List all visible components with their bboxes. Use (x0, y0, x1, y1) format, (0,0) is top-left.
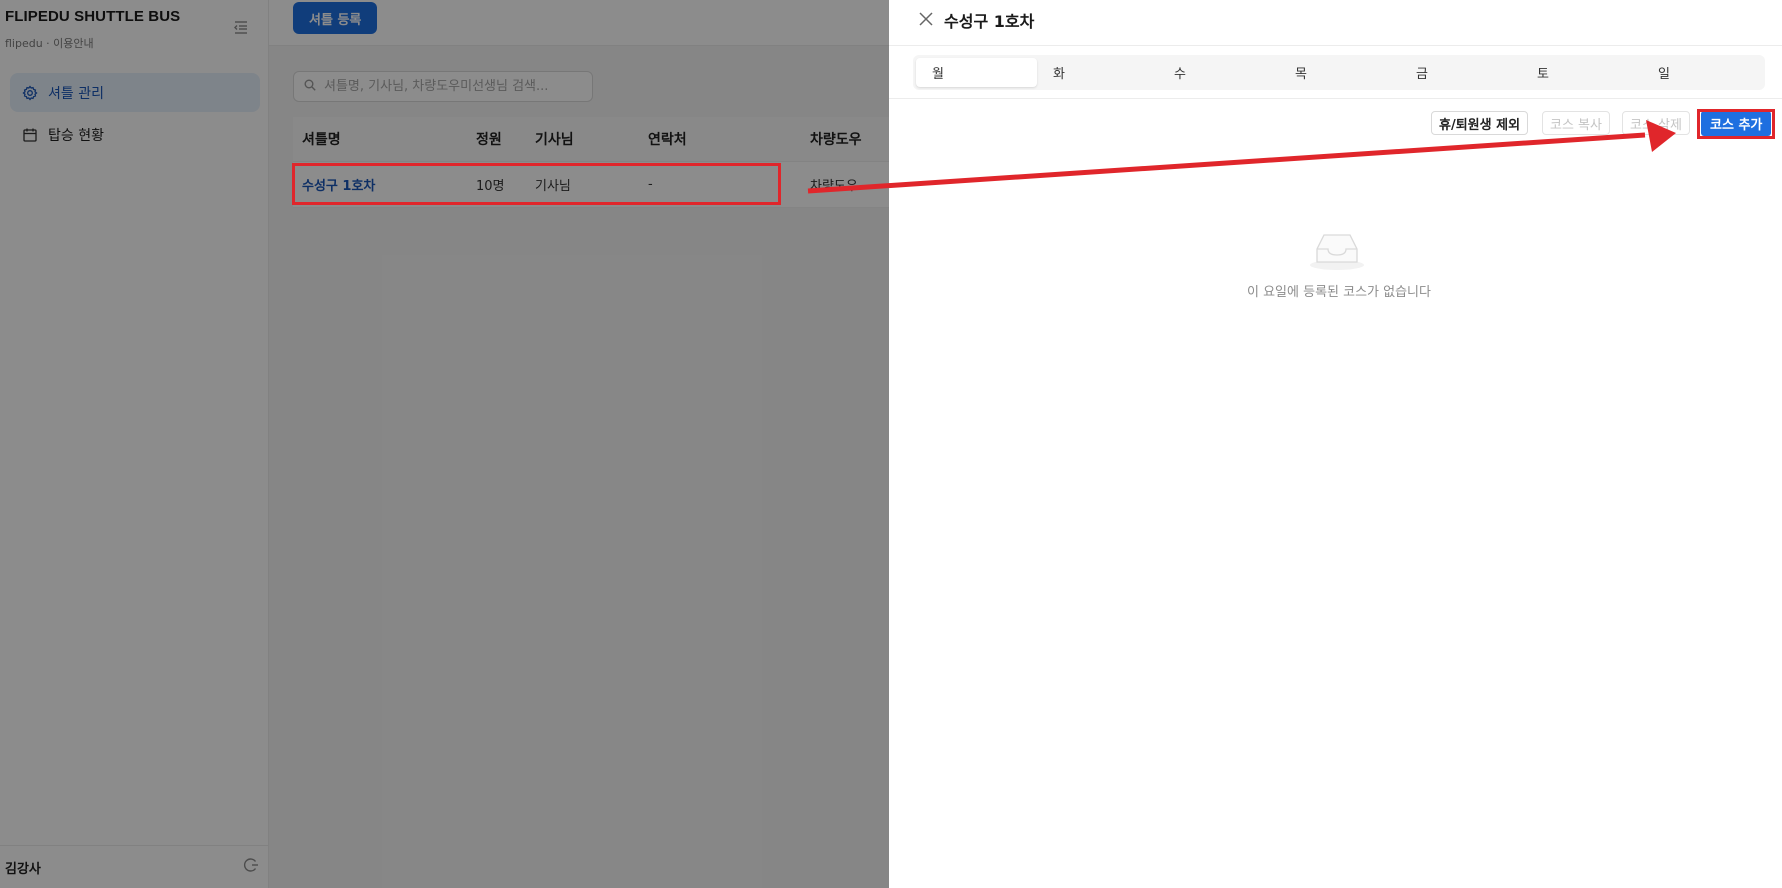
empty-inbox-icon (1309, 229, 1365, 271)
tab-fri[interactable]: 금 (1400, 58, 1521, 87)
tab-sun[interactable]: 일 (1642, 58, 1763, 87)
day-tabs: 월 화 수 목 금 토 일 (889, 46, 1782, 99)
tab-thu[interactable]: 목 (1279, 58, 1400, 87)
annotation-highlight-add (1697, 109, 1775, 139)
tab-mon[interactable]: 월 (916, 58, 1037, 87)
tab-wed[interactable]: 수 (1158, 58, 1279, 87)
exclude-absent-button[interactable]: 휴/퇴원생 제외 (1431, 111, 1529, 135)
delete-course-button[interactable]: 코스 삭제 (1622, 111, 1690, 135)
modal-overlay[interactable] (0, 0, 889, 888)
day-segmented-control: 월 화 수 목 금 토 일 (913, 55, 1765, 90)
copy-course-button[interactable]: 코스 복사 (1542, 111, 1610, 135)
annotation-highlight-row (292, 163, 781, 205)
tab-sat[interactable]: 토 (1521, 58, 1642, 87)
tab-tue[interactable]: 화 (1037, 58, 1158, 87)
empty-message: 이 요일에 등록된 코스가 없습니다 (1247, 285, 1431, 300)
drawer-title: 수성구 1호차 (944, 12, 1035, 31)
close-icon[interactable] (917, 10, 935, 28)
drawer-header: 수성구 1호차 (889, 0, 1782, 46)
